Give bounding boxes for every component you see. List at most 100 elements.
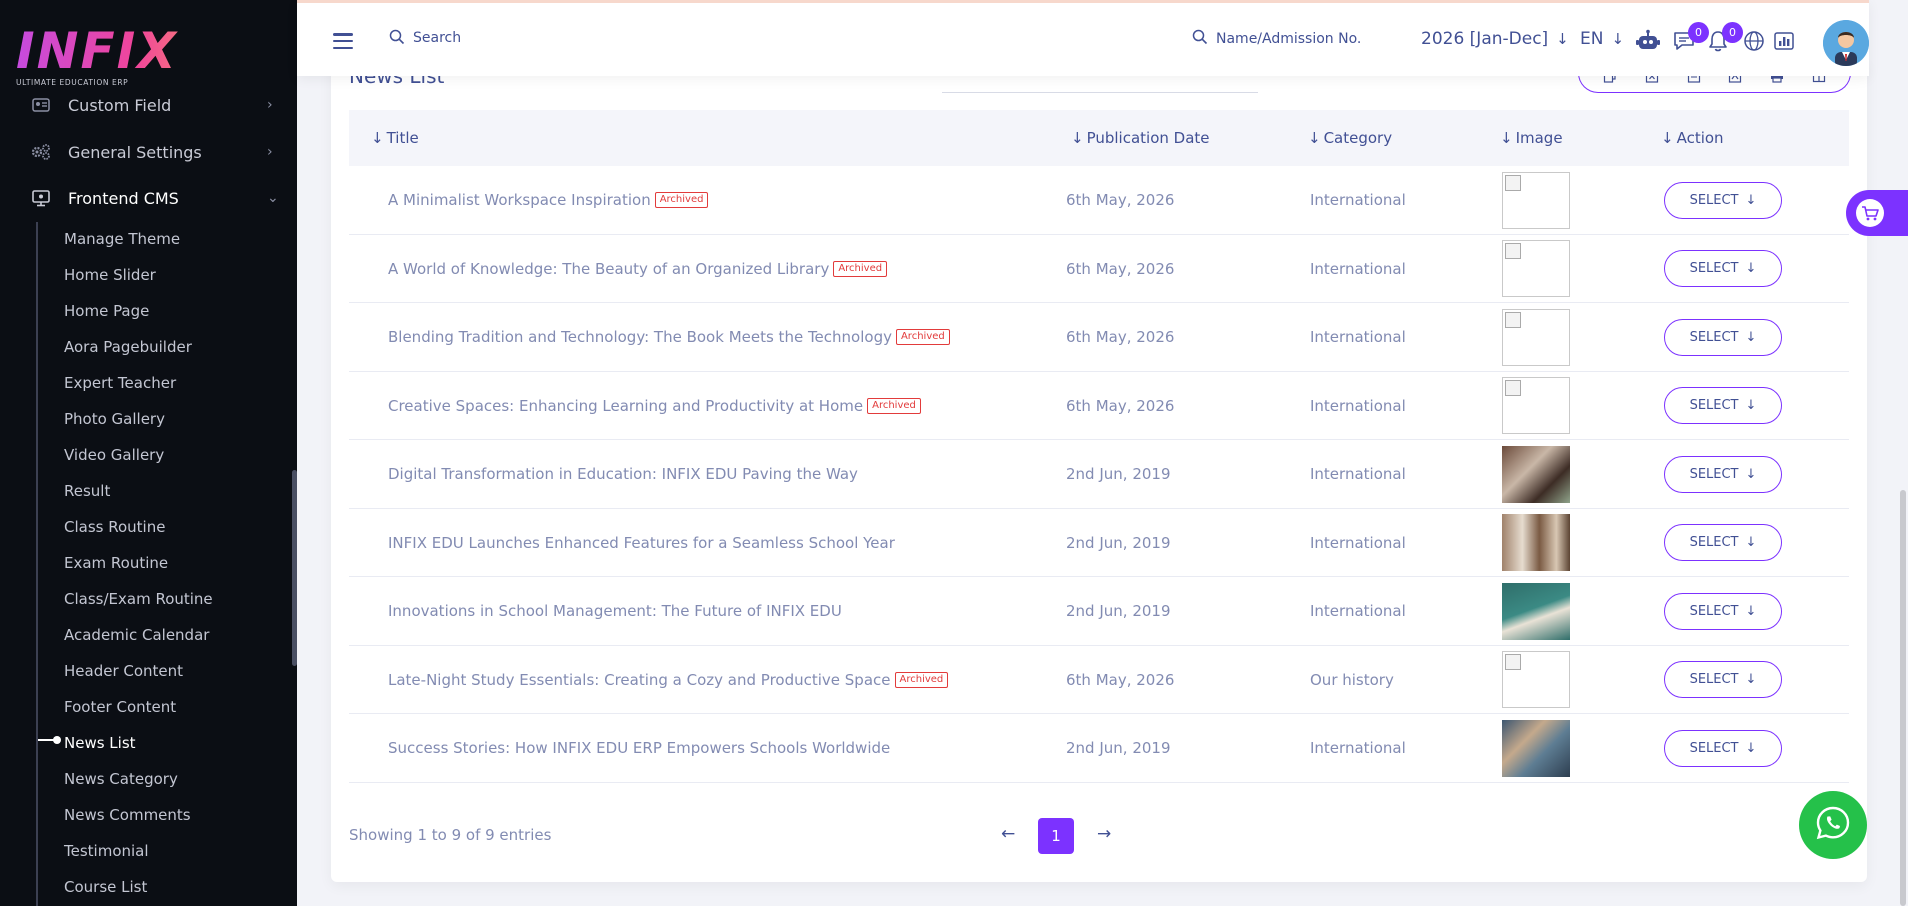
news-title: Creative Spaces: Enhancing Learning and … [388, 396, 864, 415]
sidebar-item-custom-field[interactable]: Custom Field › [0, 85, 297, 125]
sidebar-subitem-home-slider[interactable]: Home Slider [64, 260, 156, 290]
column-header-action[interactable]: ↓ Action [1661, 110, 1724, 166]
column-header-image[interactable]: ↓ Image [1500, 110, 1563, 166]
image-cell [1502, 166, 1570, 234]
column-header-label: Publication Date [1086, 129, 1210, 147]
sidebar-subitem-expert-teacher[interactable]: Expert Teacher [64, 368, 176, 398]
next-page-icon[interactable]: → [1097, 824, 1111, 844]
select-action-button[interactable]: SELECT ↓ [1664, 592, 1782, 630]
column-header-title[interactable]: ↓ Title [371, 110, 419, 166]
search-icon [389, 29, 407, 47]
news-thumbnail [1502, 582, 1570, 640]
table-row: Creative Spaces: Enhancing Learning and … [349, 372, 1849, 440]
table-row: Success Stories: How INFIX EDU ERP Empow… [349, 714, 1849, 783]
sidebar-subitem-news-comments[interactable]: News Comments [64, 800, 191, 830]
archived-badge: Archived [654, 192, 709, 208]
sidebar-subitem-result[interactable]: Result [64, 476, 110, 506]
select-label: SELECT [1689, 398, 1739, 413]
category: Our history [1310, 670, 1394, 689]
id-card-icon [30, 94, 52, 116]
arrow-down-icon: ↓ [1745, 672, 1757, 687]
avatar[interactable] [1823, 20, 1869, 66]
sidebar-item-label: General Settings [68, 142, 202, 162]
whatsapp-button[interactable] [1799, 791, 1867, 859]
search-icon [1192, 29, 1208, 49]
publication-date: 2nd Jun, 2019 [1066, 533, 1171, 552]
whatsapp-icon [1814, 804, 1852, 846]
category: International [1310, 533, 1406, 552]
sidebar-item-general-settings[interactable]: General Settings › [0, 132, 297, 172]
select-action-button[interactable]: SELECT ↓ [1664, 729, 1782, 767]
column-header-category[interactable]: ↓ Category [1308, 110, 1392, 166]
global-search[interactable]: Search [389, 29, 461, 47]
category: International [1310, 465, 1406, 483]
name-admission-search[interactable]: Name/Admission No. [1192, 29, 1361, 49]
robot-icon[interactable] [1635, 28, 1661, 54]
select-action-button[interactable]: SELECT ↓ [1664, 318, 1782, 356]
select-action-button[interactable]: SELECT ↓ [1664, 387, 1782, 424]
news-thumbnail [1502, 651, 1570, 708]
news-title-cell: Late-Night Study Essentials: Creating a … [388, 646, 949, 714]
news-thumbnail [1502, 445, 1570, 503]
infix-logo[interactable]: INFIX ULTIMATE EDUCATION ERP [16, 26, 256, 87]
image-cell [1502, 235, 1570, 303]
sidebar-subitem-home-page[interactable]: Home Page [64, 296, 149, 326]
news-title-cell: Creative Spaces: Enhancing Learning and … [388, 372, 921, 440]
chat-icon[interactable]: 0 [1671, 22, 1709, 54]
globe-icon[interactable] [1741, 28, 1767, 54]
sidebar-subitem-photo-gallery[interactable]: Photo Gallery [64, 404, 165, 434]
report-chart-icon[interactable] [1771, 28, 1797, 54]
table-row: Innovations in School Management: The Fu… [349, 577, 1849, 646]
select-action-button[interactable]: SELECT ↓ [1664, 455, 1782, 493]
table-header: ↓ Title ↓ Publication Date ↓ Category ↓ Imag… [349, 110, 1849, 166]
column-header-label: Action [1676, 129, 1724, 147]
academic-year-select[interactable]: 2026 [Jan-Dec] ↓ [1421, 29, 1569, 49]
sort-arrow-icon: ↓ [1071, 129, 1084, 147]
select-action-button[interactable]: SELECT ↓ [1664, 524, 1782, 561]
archived-badge: Archived [833, 260, 888, 277]
publication-date: 2nd Jun, 2019 [1066, 739, 1171, 757]
previous-page-icon[interactable]: ← [1001, 824, 1015, 844]
news-title-cell: A World of Knowledge: The Beauty of an O… [388, 235, 888, 303]
select-action-button[interactable]: SELECT ↓ [1664, 250, 1782, 287]
table-search-input[interactable] [942, 92, 1258, 93]
news-thumbnail [1502, 719, 1570, 777]
language-select[interactable]: EN ↓ [1580, 29, 1624, 49]
sidebar-subitem-news-category[interactable]: News Category [64, 764, 178, 794]
column-header-label: Image [1515, 129, 1563, 147]
page-number-button[interactable]: 1 [1038, 818, 1074, 854]
sidebar-subitem-manage-theme[interactable]: Manage Theme [64, 224, 180, 254]
sidebar-subitem-academic-calendar[interactable]: Academic Calendar [64, 620, 209, 650]
sidebar-subitem-news-list[interactable]: News List [64, 728, 136, 758]
sidebar-scrollbar[interactable] [292, 470, 297, 666]
bell-icon[interactable]: 0 [1705, 22, 1743, 54]
sort-arrow-icon: ↓ [1661, 129, 1674, 147]
sidebar-subitem-class-exam-routine[interactable]: Class/Exam Routine [64, 584, 213, 614]
column-header-label: Title [386, 129, 419, 147]
sidebar-subitem-course-list[interactable]: Course List [64, 872, 147, 902]
select-action-button[interactable]: SELECT ↓ [1664, 181, 1782, 219]
sidebar-subitem-header-content[interactable]: Header Content [64, 656, 183, 686]
arrow-down-icon: ↓ [1745, 740, 1757, 756]
page-scrollbar[interactable] [1900, 490, 1906, 906]
sidebar-subitem-testimonial[interactable]: Testimonial [64, 836, 149, 866]
logo-text: INFIX [16, 26, 256, 76]
name-search-label: Name/Admission No. [1216, 31, 1362, 47]
sidebar-subitem-class-routine[interactable]: Class Routine [64, 512, 165, 542]
sidebar-item-frontend-cms[interactable]: Frontend CMS ⌄ [0, 178, 297, 218]
publication-date: 6th May, 2026 [1066, 191, 1175, 209]
sidebar-subitem-footer-content[interactable]: Footer Content [64, 692, 176, 722]
sidebar-item-label: Custom Field [68, 95, 172, 115]
hamburger-menu-icon[interactable] [333, 33, 353, 50]
active-indicator [38, 736, 61, 744]
column-header-publication-date[interactable]: ↓ Publication Date [1071, 110, 1210, 166]
sidebar-subitem-video-gallery[interactable]: Video Gallery [64, 440, 164, 470]
news-title: INFIX EDU Launches Enhanced Features for… [388, 533, 895, 552]
select-action-button[interactable]: SELECT ↓ [1664, 661, 1782, 698]
sidebar-subitem-exam-routine[interactable]: Exam Routine [64, 548, 168, 578]
cart-float-button[interactable] [1846, 190, 1908, 236]
sidebar-subitem-aora-pagebuilder[interactable]: Aora Pagebuilder [64, 332, 192, 362]
topbar: Search Name/Admission No. 2026 [Jan-Dec]… [297, 0, 1869, 76]
news-thumbnail [1502, 240, 1570, 297]
archived-badge: Archived [867, 397, 921, 414]
